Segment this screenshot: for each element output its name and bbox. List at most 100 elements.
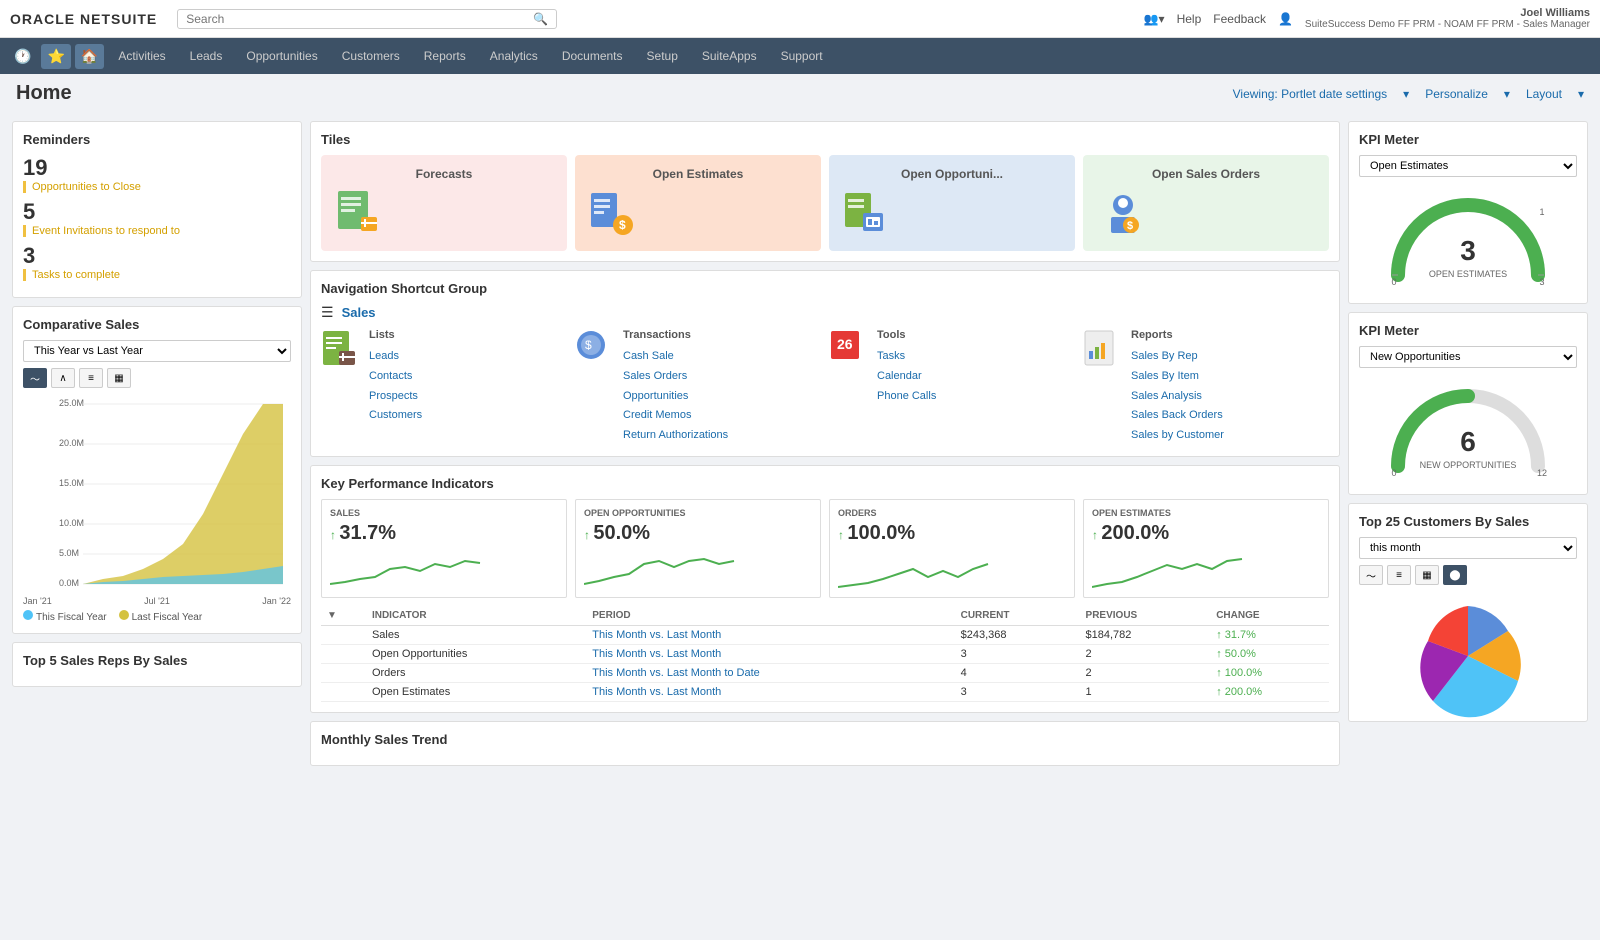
nav-documents[interactable]: Documents — [552, 45, 633, 67]
nav-customers[interactable]: Customers — [332, 45, 410, 67]
search-bar[interactable]: 🔍 — [177, 9, 557, 29]
link-leads[interactable]: Leads — [369, 347, 422, 367]
link-sales-analysis[interactable]: Sales Analysis — [1131, 387, 1224, 407]
link-cash-sale[interactable]: Cash Sale — [623, 347, 728, 367]
viewing-portlet-link[interactable]: Viewing: Portlet date settings — [1233, 87, 1388, 101]
kpi-row-openopps-period[interactable]: This Month vs. Last Month — [586, 644, 954, 663]
kpi-orders-arrow: ↑ — [838, 528, 844, 542]
kpi-orders-value: ↑ 100.0% — [838, 522, 1066, 545]
kpi-col-sort[interactable]: ▼ — [321, 606, 366, 626]
personalize-link[interactable]: Personalize — [1425, 87, 1488, 101]
nav-reports[interactable]: Reports — [414, 45, 476, 67]
comparative-sales-svg: 25.0M 20.0M 15.0M 10.0M 5.0M 0.0M — [23, 394, 291, 594]
nav-icon-home[interactable]: 🏠 — [75, 44, 104, 69]
nav-analytics[interactable]: Analytics — [480, 45, 548, 67]
kpi-open-opps-arrow: ↑ — [584, 528, 590, 542]
kpi-row-orders-period[interactable]: This Month vs. Last Month to Date — [586, 663, 954, 682]
kpi-col-previous[interactable]: PREVIOUS — [1080, 606, 1211, 626]
tile-open-estimates[interactable]: Open Estimates $ — [575, 155, 821, 251]
nav-support[interactable]: Support — [771, 45, 833, 67]
feedback-link[interactable]: Feedback — [1213, 12, 1266, 26]
link-return-auth[interactable]: Return Authorizations — [623, 426, 728, 446]
link-opportunities[interactable]: Opportunities — [623, 387, 728, 407]
kpi-row-orders: Orders This Month vs. Last Month to Date… — [321, 663, 1329, 682]
oracle-logo: ORACLE NETSUITE — [10, 11, 157, 27]
kpi-col-indicator[interactable]: INDICATOR — [366, 606, 586, 626]
svg-text:3: 3 — [1539, 277, 1544, 285]
nav-suiteapps[interactable]: SuiteApps — [692, 45, 767, 67]
link-contacts[interactable]: Contacts — [369, 367, 422, 387]
top25-pie-btn[interactable]: ⬤ — [1443, 565, 1467, 585]
kpi-row-orders-current: 4 — [955, 663, 1080, 682]
tile-open-opportunities[interactable]: Open Opportuni... — [829, 155, 1075, 251]
kpi-row-openest-indicator[interactable]: Open Estimates — [366, 682, 586, 701]
tile-open-sales-orders[interactable]: Open Sales Orders $ — [1083, 155, 1329, 251]
kpi-row-sales-period[interactable]: This Month vs. Last Month — [586, 625, 954, 644]
svg-text:1: 1 — [1539, 207, 1544, 217]
nav-icon-clock[interactable]: 🕐 — [8, 44, 37, 69]
chart-table-btn[interactable]: ≡ — [79, 368, 103, 388]
kpi-row-openopps-indicator[interactable]: Open Opportunities — [366, 644, 586, 663]
nav-opportunities[interactable]: Opportunities — [236, 45, 327, 67]
tools-title: Tools — [877, 329, 936, 341]
link-customers[interactable]: Customers — [369, 406, 422, 426]
tools-icon: 26 — [829, 329, 869, 369]
kpi-open-opps-label: OPEN OPPORTUNITIES — [584, 508, 812, 518]
link-sales-by-item[interactable]: Sales By Item — [1131, 367, 1224, 387]
link-sales-orders[interactable]: Sales Orders — [623, 367, 728, 387]
kpi-open-estimates-arrow: ↑ — [1092, 528, 1098, 542]
link-sales-backorders[interactable]: Sales Back Orders — [1131, 406, 1224, 426]
kpi-col-change[interactable]: CHANGE — [1210, 606, 1329, 626]
kpi-orders-label: ORDERS — [838, 508, 1066, 518]
kpi-row-openopps: Open Opportunities This Month vs. Last M… — [321, 644, 1329, 663]
reminder-item-2[interactable]: 5 Event Invitations to respond to — [23, 199, 291, 237]
comparative-sales-dropdown[interactable]: This Year vs Last Year — [23, 340, 291, 362]
top25-table-btn[interactable]: ≡ — [1387, 565, 1411, 585]
link-calendar[interactable]: Calendar — [877, 367, 936, 387]
page-header-right: Viewing: Portlet date settings ▾ Persona… — [1233, 87, 1584, 101]
kpi-row-openest: Open Estimates This Month vs. Last Month… — [321, 682, 1329, 701]
link-phone-calls[interactable]: Phone Calls — [877, 387, 936, 407]
link-sales-by-customer[interactable]: Sales by Customer — [1131, 426, 1224, 446]
top25-line-btn[interactable]: 〜 — [1359, 565, 1383, 585]
tile-open-sales-orders-title: Open Sales Orders — [1095, 167, 1317, 181]
kpi-orders-chart — [838, 549, 1066, 589]
kpi-row-openest-change: ↑ 200.0% — [1210, 682, 1329, 701]
top25-bar-btn[interactable]: ▦ — [1415, 565, 1439, 585]
search-input[interactable] — [186, 12, 533, 26]
help-link[interactable]: Help — [1177, 12, 1202, 26]
tile-open-opportunities-title: Open Opportuni... — [841, 167, 1063, 181]
kpi-row-sales-indicator[interactable]: Sales — [366, 625, 586, 644]
kpi-meter1-dropdown[interactable]: Open Estimates — [1359, 155, 1577, 177]
sales-group-header: ☰ Sales — [321, 304, 1329, 321]
sales-group-label[interactable]: Sales — [342, 305, 376, 320]
chart-x-labels: Jan '21 Jul '21 Jan '22 — [23, 596, 291, 606]
link-sales-by-rep[interactable]: Sales By Rep — [1131, 347, 1224, 367]
nav-leads[interactable]: Leads — [180, 45, 233, 67]
kpi-row-openest-previous: 1 — [1080, 682, 1211, 701]
nav-setup[interactable]: Setup — [637, 45, 688, 67]
tile-forecasts[interactable]: Forecasts — [321, 155, 567, 251]
link-prospects[interactable]: Prospects — [369, 387, 422, 407]
link-tasks[interactable]: Tasks — [877, 347, 936, 367]
chart-area-btn[interactable]: 〜 — [23, 368, 47, 388]
kpi-row-openest-period[interactable]: This Month vs. Last Month — [586, 682, 954, 701]
chart-line-btn[interactable]: ∧ — [51, 368, 75, 388]
user-switch-icon[interactable]: 👥▾ — [1144, 12, 1165, 26]
kpi-col-period[interactable]: PERIOD — [586, 606, 954, 626]
link-credit-memos[interactable]: Credit Memos — [623, 406, 728, 426]
nav-icon-star[interactable]: ⭐ — [41, 44, 70, 69]
reports-section: Reports Sales By Rep Sales By Item Sales… — [1131, 329, 1224, 446]
svg-text:OPEN ESTIMATES: OPEN ESTIMATES — [1429, 269, 1507, 279]
top25-customers-dropdown[interactable]: this month — [1359, 537, 1577, 559]
kpi-row-orders-indicator[interactable]: Orders — [366, 663, 586, 682]
reminder-item-3[interactable]: 3 Tasks to complete — [23, 243, 291, 281]
reminder-item-1[interactable]: 19 Opportunities to Close — [23, 155, 291, 193]
kpi-meter2-card: KPI Meter New Opportunities 6 NEW OPPORT… — [1348, 312, 1588, 495]
kpi-col-current[interactable]: CURRENT — [955, 606, 1080, 626]
chart-bar-btn[interactable]: ▦ — [107, 368, 131, 388]
nav-activities[interactable]: Activities — [108, 45, 175, 67]
layout-link[interactable]: Layout — [1526, 87, 1562, 101]
comparative-sales-chart: 25.0M 20.0M 15.0M 10.0M 5.0M 0.0M — [23, 394, 291, 594]
kpi-meter2-dropdown[interactable]: New Opportunities — [1359, 346, 1577, 368]
